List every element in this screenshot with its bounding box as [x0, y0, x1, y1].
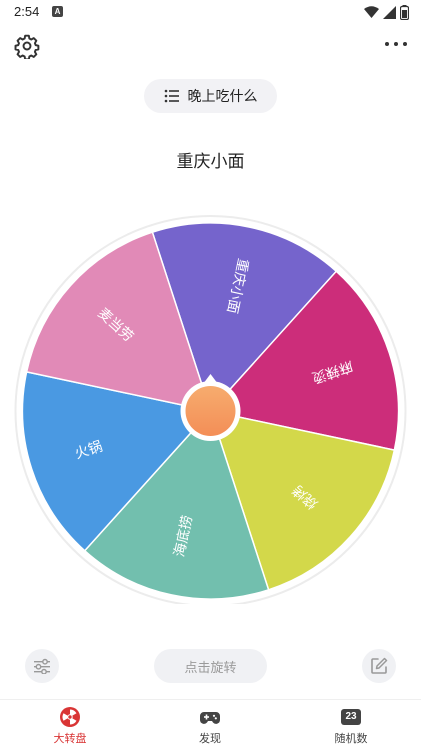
list-icon	[164, 89, 179, 103]
wheel-icon	[60, 707, 80, 727]
nav-item-discover[interactable]: 发现	[170, 706, 250, 746]
wheel-hub[interactable]	[185, 386, 236, 436]
nav-label-discover: 发现	[199, 732, 221, 745]
gear-icon	[14, 34, 40, 61]
gamepad-icon	[200, 712, 220, 724]
spin-button[interactable]: 点击旋转	[154, 649, 267, 683]
sliders-icon	[34, 658, 50, 674]
more-button[interactable]	[385, 36, 407, 52]
bottom-nav: 大转盘 发现 23 随机数	[0, 699, 421, 748]
wifi-icon	[364, 5, 379, 18]
battery-icon	[400, 4, 409, 20]
status-time: 2:54	[14, 4, 40, 19]
spin-wheel[interactable]: 重庆小面麻辣烫烧烤海底捞火锅麦当劳	[0, 210, 421, 607]
notification-icon: A	[52, 6, 63, 17]
wheel-selector-label: 晚上吃什么	[187, 89, 258, 105]
nav-item-random[interactable]: 23 随机数	[311, 706, 391, 746]
number-icon: 23	[341, 709, 361, 725]
wheel-settings-button[interactable]	[25, 649, 59, 683]
status-icons	[364, 4, 409, 20]
settings-button[interactable]	[14, 33, 40, 61]
nav-label-random: 随机数	[334, 732, 368, 745]
result-text: 重庆小面	[176, 152, 245, 172]
wheel-selector-button[interactable]: 晚上吃什么	[144, 79, 277, 113]
nav-label-wheel: 大转盘	[53, 732, 87, 745]
wheel-area: 重庆小面 麻辣烫 烧烤 海底捞 火锅 麦当劳	[0, 210, 421, 607]
signal-icon	[383, 5, 396, 19]
edit-icon	[371, 657, 388, 674]
status-bar: 2:54 A	[0, 0, 421, 24]
edit-wheel-button[interactable]	[362, 649, 396, 683]
nav-item-wheel[interactable]: 大转盘	[30, 706, 110, 746]
more-horizontal-icon	[385, 42, 389, 46]
